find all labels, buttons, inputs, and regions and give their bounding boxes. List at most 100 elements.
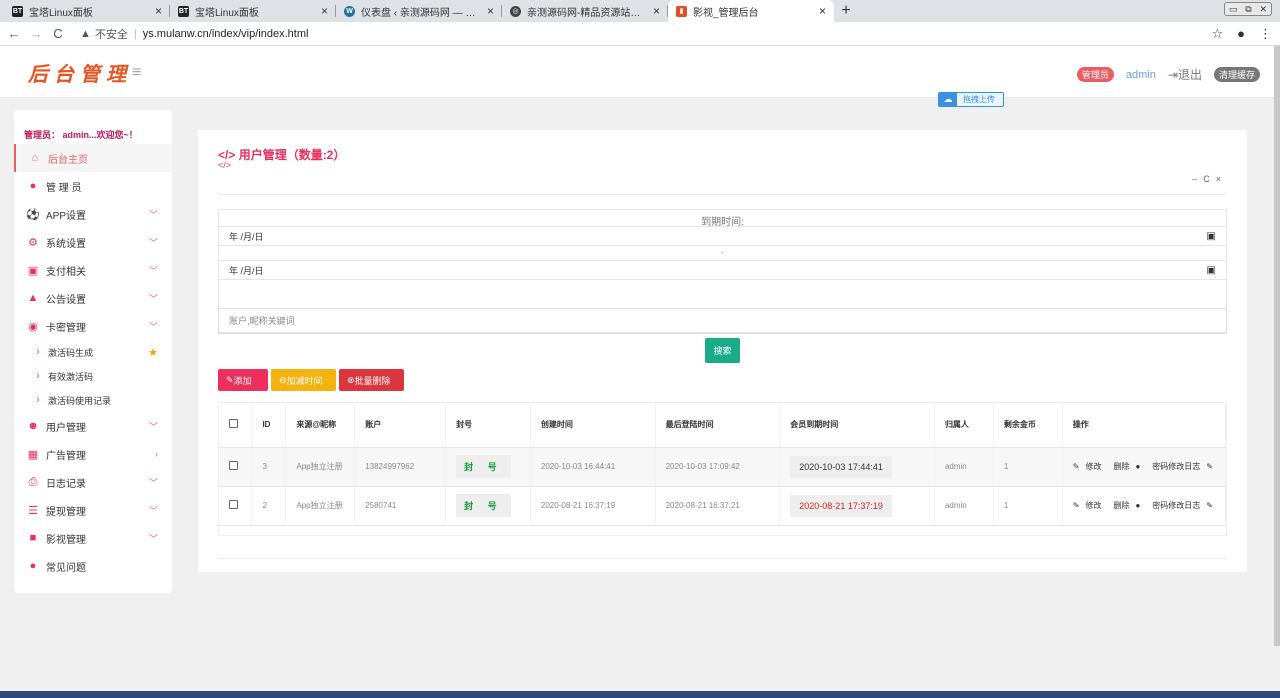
sidebar-item-payment[interactable]: ▣ 支付相关 ﹀: [14, 256, 172, 284]
cell-last-login: 2020-08-21 16:37:21: [655, 486, 781, 526]
ban-button[interactable]: 封 号: [456, 455, 511, 478]
sidebar-item-label: 激活码使用记录: [48, 395, 112, 406]
select-all-checkbox[interactable]: [229, 419, 238, 429]
sidebar-item-notice[interactable]: ▲ 公告设置 ﹀: [14, 284, 172, 312]
table-header-row: ID 来源@昵称 账户 封号 创建时间 最后登陆时间 会员到期时间 归属人 剩余…: [219, 403, 1227, 448]
sidebar-item-withdraw[interactable]: ☰ 提现管理 ﹀: [14, 496, 172, 524]
edit-icon: ✎: [1072, 462, 1080, 471]
chevron-down-icon: ﹀: [148, 421, 158, 432]
welcome-text: 管理员： admin...欢迎您~！: [24, 130, 138, 140]
sidebar-item-ads[interactable]: ▦ 广告管理 ›: [14, 440, 172, 468]
delete-link[interactable]: 删除 ●: [1113, 462, 1146, 471]
drag-upload-button[interactable]: ☁ 拖拽上传: [938, 92, 1004, 107]
expire-time[interactable]: 2020-08-21 17:37:19: [790, 494, 892, 517]
password-log-link[interactable]: 密码修改日志 ✎: [1152, 462, 1219, 471]
sidebar-subitem-valid[interactable]: › 有效激活码: [14, 364, 172, 388]
sidebar-subitem-generate[interactable]: › 激活码生成 ★: [14, 340, 172, 364]
add-time-button[interactable]: ⊖ 加减时间: [271, 369, 336, 391]
bt-icon: BT: [178, 5, 189, 17]
action-bar: ✎ 添加 ⊖ 加减时间 ⊗ 批量删除: [218, 369, 404, 391]
bell-icon: ▲: [27, 292, 39, 304]
edit-icon: ✎: [1206, 501, 1213, 510]
menu-toggle-icon[interactable]: ≡: [132, 64, 141, 82]
page-scrollbar[interactable]: [1274, 46, 1280, 646]
close-icon[interactable]: ×: [819, 4, 826, 18]
date-separator: -: [721, 247, 724, 257]
browser-tab[interactable]: BT 宝塔Linux面板 ×: [170, 0, 336, 22]
sidebar-item-card[interactable]: ◉ 卡密管理 ﹀: [14, 312, 172, 340]
browser-tab[interactable]: W仪表盘 ‹ 亲测源码网 — WordPre...×: [336, 0, 502, 22]
sidebar-item-video[interactable]: ■ 影视管理 ﹀: [14, 524, 172, 552]
sidebar-item-system-settings[interactable]: ⚙ 系统设置 ﹀: [14, 228, 172, 256]
window-controls[interactable]: ▭ ⧉ ✕: [1224, 2, 1272, 16]
minimize-icon[interactable]: –: [1192, 174, 1203, 184]
minimize-icon[interactable]: ▭: [1229, 4, 1238, 15]
sidebar-item-logs[interactable]: ⎙ 日志记录 ﹀: [14, 468, 172, 496]
account-icon[interactable]: ●: [1237, 26, 1245, 42]
close-icon[interactable]: ✕: [1260, 4, 1268, 15]
user-table: ID 来源@昵称 账户 封号 创建时间 最后登陆时间 会员到期时间 归属人 剩余…: [218, 402, 1227, 536]
clear-cache-button[interactable]: 清理缓存: [1213, 67, 1260, 82]
sidebar-subitem-usage[interactable]: › 激活码使用记录: [14, 388, 172, 412]
star-icon[interactable]: ☆: [1211, 26, 1223, 42]
calendar-icon[interactable]: ▣: [1207, 231, 1216, 242]
delete-link[interactable]: 删除 ●: [1113, 501, 1146, 510]
ban-button[interactable]: 封 号: [456, 494, 511, 517]
maximize-icon[interactable]: ⧉: [1245, 4, 1251, 15]
search-input[interactable]: 账户,昵称关键词: [218, 308, 1227, 334]
column-header: 来源@昵称: [285, 403, 356, 448]
row-checkbox[interactable]: [229, 500, 238, 509]
sidebar-item-label: 日志记录: [46, 478, 86, 490]
more-icon[interactable]: ⋮: [1259, 26, 1272, 42]
column-header: 会员到期时间: [779, 403, 935, 448]
pencil-icon: ✎: [226, 374, 234, 385]
sidebar-item-faq[interactable]: ● 常见问题: [14, 552, 172, 580]
batch-delete-button[interactable]: ⊗ 批量删除: [339, 369, 404, 391]
sidebar-item-app-settings[interactable]: ⚽ APP设置 ﹀: [14, 200, 172, 228]
warning-icon[interactable]: ▲: [80, 28, 91, 40]
edit-link[interactable]: ✎ 修改: [1073, 462, 1108, 471]
sidebar-item-users[interactable]: ☻ 用户管理 ﹀: [14, 412, 172, 440]
sidebar-item-home[interactable]: ⌂ 后台主页: [14, 144, 172, 172]
calendar-icon[interactable]: ▣: [1207, 265, 1216, 276]
list-icon: ☰: [28, 504, 38, 517]
add-button[interactable]: ✎ 添加: [218, 369, 268, 391]
chevron-down-icon: ﹀: [148, 237, 158, 248]
browser-tab[interactable]: ◎ 亲测源码网-精品资源站长亲测 ×: [502, 0, 668, 22]
column-header: 归属人: [934, 403, 994, 448]
password-log-link[interactable]: 密码修改日志 ✎: [1152, 501, 1219, 510]
cell-id: 3: [251, 447, 287, 487]
browser-tab-active[interactable]: ▮ 影视_管理后台 ×: [668, 0, 834, 22]
close-icon[interactable]: ×: [155, 4, 162, 18]
search-button[interactable]: 搜索: [705, 338, 740, 363]
close-icon[interactable]: ×: [487, 4, 494, 18]
column-header: 创建时间: [530, 403, 656, 448]
close-icon[interactable]: ×: [321, 4, 328, 18]
end-date-input[interactable]: 年 /月/日 ▣: [219, 260, 1226, 280]
sidebar-item-admin[interactable]: ● 管 理 员: [14, 172, 172, 200]
gears-icon: ⚙: [28, 236, 38, 249]
admin-link[interactable]: admin: [1126, 69, 1156, 81]
reload-icon[interactable]: C: [50, 26, 66, 41]
divider: [218, 194, 1227, 195]
refresh-icon[interactable]: C: [1203, 174, 1216, 184]
sidebar-item-label: 后台主页: [48, 154, 88, 166]
new-tab-button[interactable]: +: [834, 0, 858, 22]
divider: |: [133, 27, 137, 40]
chevron-right-icon: ›: [36, 370, 40, 382]
browser-tab[interactable]: BT 宝塔Linux面板 ×: [4, 0, 170, 22]
logout-button[interactable]: ⇥退出: [1168, 66, 1202, 83]
row-checkbox[interactable]: [229, 461, 238, 470]
close-icon[interactable]: ×: [1216, 174, 1227, 184]
cell-coins: 1: [993, 447, 1063, 487]
edit-icon: ✎: [1072, 501, 1080, 510]
start-date-input[interactable]: 年 /月/日 ▣: [219, 226, 1226, 246]
expire-time[interactable]: 2020-10-03 17:44:41: [790, 455, 892, 478]
edit-link[interactable]: ✎ 修改: [1073, 501, 1108, 510]
url-field[interactable]: ys.mulanw.cn/index/vip/index.html: [143, 28, 309, 40]
sidebar-item-label: 支付相关: [46, 266, 86, 278]
close-icon[interactable]: ×: [653, 4, 660, 18]
forward-icon[interactable]: →: [28, 26, 44, 41]
back-icon[interactable]: ←: [6, 26, 22, 41]
code-icon: </>: [218, 160, 232, 170]
